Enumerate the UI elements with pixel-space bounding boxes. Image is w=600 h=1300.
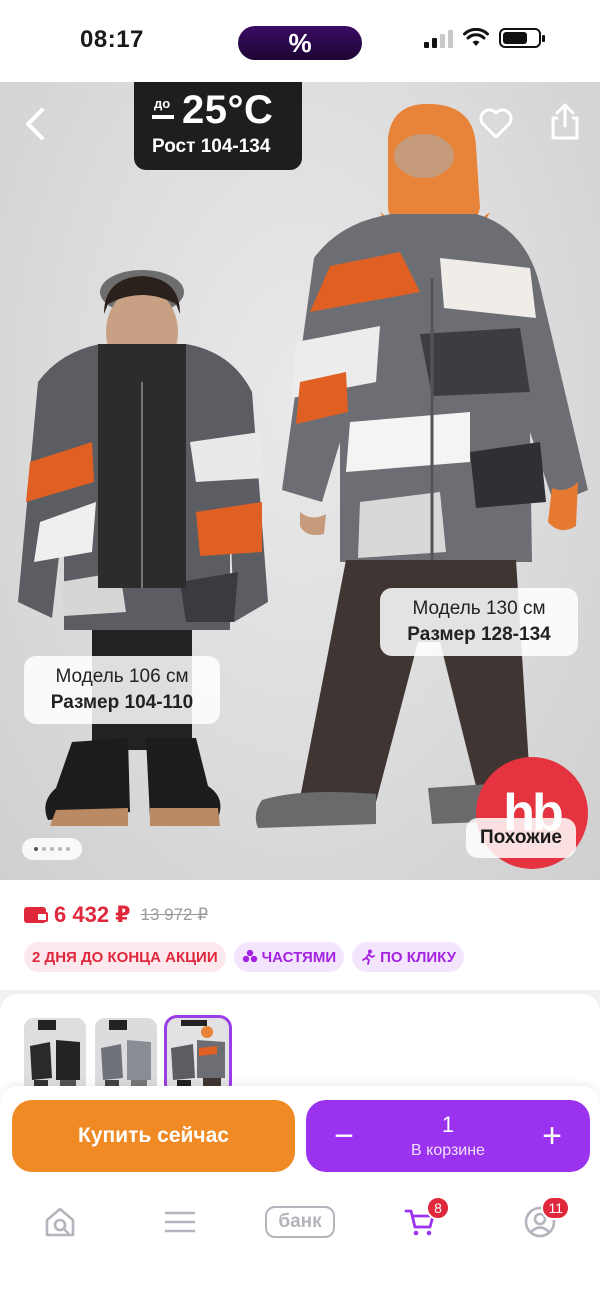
model-height: Модель 106 см [55,666,189,687]
similar-button[interactable]: Похожие [466,818,576,858]
badge-installments[interactable]: ЧАСТЯМИ [233,942,345,972]
minus-sign-icon [152,115,174,119]
thumbnails-section [0,990,600,1104]
price-block: 6 432 ₽ 13 972 ₽ 2 ДНЯ ДО КОНЦА АКЦИИ ЧА… [0,880,600,990]
nav-home-search[interactable] [32,1200,88,1244]
thumbnail-selected[interactable] [164,1015,232,1097]
temperature-value: 25°C [182,88,274,132]
thumbnail[interactable] [24,1018,86,1094]
share-button[interactable] [548,102,582,142]
thumbnail-image [95,1018,157,1094]
buy-now-button[interactable]: Купить сейчас [12,1100,295,1172]
split-payment-icon [242,949,257,963]
badge-one-click[interactable]: ПО КЛИКУ [352,942,465,972]
status-bar: 08:17 % [0,0,600,82]
purchase-bar: Купить сейчас − 1 В корзине + [0,1086,600,1184]
model-size: Размер 104-110 [50,692,194,713]
temperature-badge: до 25°C Рост 104-134 [134,82,302,170]
cart-count-badge: 8 [426,1196,450,1220]
share-icon [551,103,579,140]
temperature-prefix: до [154,96,171,111]
heart-icon [479,108,513,139]
wallet-icon [24,907,48,923]
pagination-dot [66,847,70,851]
pagination-dot [34,847,38,851]
increase-quantity-button[interactable]: + [528,1112,576,1160]
home-search-icon [45,1207,75,1237]
back-button[interactable] [18,104,54,144]
product-image[interactable]: до 25°C Рост 104-134 Модель 106 см Разме… [0,82,600,880]
favorite-button[interactable] [478,106,514,140]
nav-cart[interactable]: 8 [392,1196,450,1244]
model-height: Модель 130 см [412,598,546,619]
chevron-left-icon [26,108,44,140]
menu-icon [164,1211,196,1233]
profile-notification-badge: 11 [541,1196,570,1220]
cart-quantity-stepper: − 1 В корзине + [306,1100,590,1172]
status-icons [424,28,545,48]
child-left-illustration [18,270,268,826]
price-row: 6 432 ₽ 13 972 ₽ [24,902,208,928]
nav-catalog[interactable] [152,1200,208,1244]
nav-profile[interactable]: 11 [512,1196,570,1244]
price-current: 6 432 ₽ [54,902,131,927]
badge-label: ЧАСТЯМИ [261,948,337,966]
price-old: 13 972 ₽ [140,905,209,924]
promo-pill[interactable]: % [238,26,362,60]
thumbnail[interactable] [95,1018,157,1094]
pagination-dot [42,847,46,851]
bank-label: банк [265,1206,335,1238]
status-time: 08:17 [80,26,144,53]
nav-bank[interactable]: банк [262,1200,338,1244]
bottom-navigation: банк 8 11 [0,1184,600,1300]
badge-label: ПО КЛИКУ [380,948,457,966]
badge-label: 2 ДНЯ ДО КОНЦА АКЦИИ [32,948,218,966]
model-size: Размер 128-134 [407,624,551,645]
height-range: Рост 104-134 [152,136,271,157]
thumbnail-image [24,1018,86,1094]
running-person-icon [362,949,376,965]
battery-icon [499,28,545,48]
badge-sale-countdown[interactable]: 2 ДНЯ ДО КОНЦА АКЦИИ [24,942,226,972]
model-info-right: Модель 130 см Размер 128-134 [380,588,578,656]
pagination-dot [50,847,54,851]
model-info-left: Модель 106 см Размер 104-110 [24,656,220,724]
cellular-signal-icon [424,28,453,48]
pagination-dot [58,847,62,851]
gallery-pagination [22,838,82,860]
thumbnail-image [167,1018,229,1094]
child-right-illustration [255,103,588,828]
promo-badges: 2 ДНЯ ДО КОНЦА АКЦИИ ЧАСТЯМИ ПО КЛИКУ [24,942,465,972]
wifi-icon [463,28,489,46]
